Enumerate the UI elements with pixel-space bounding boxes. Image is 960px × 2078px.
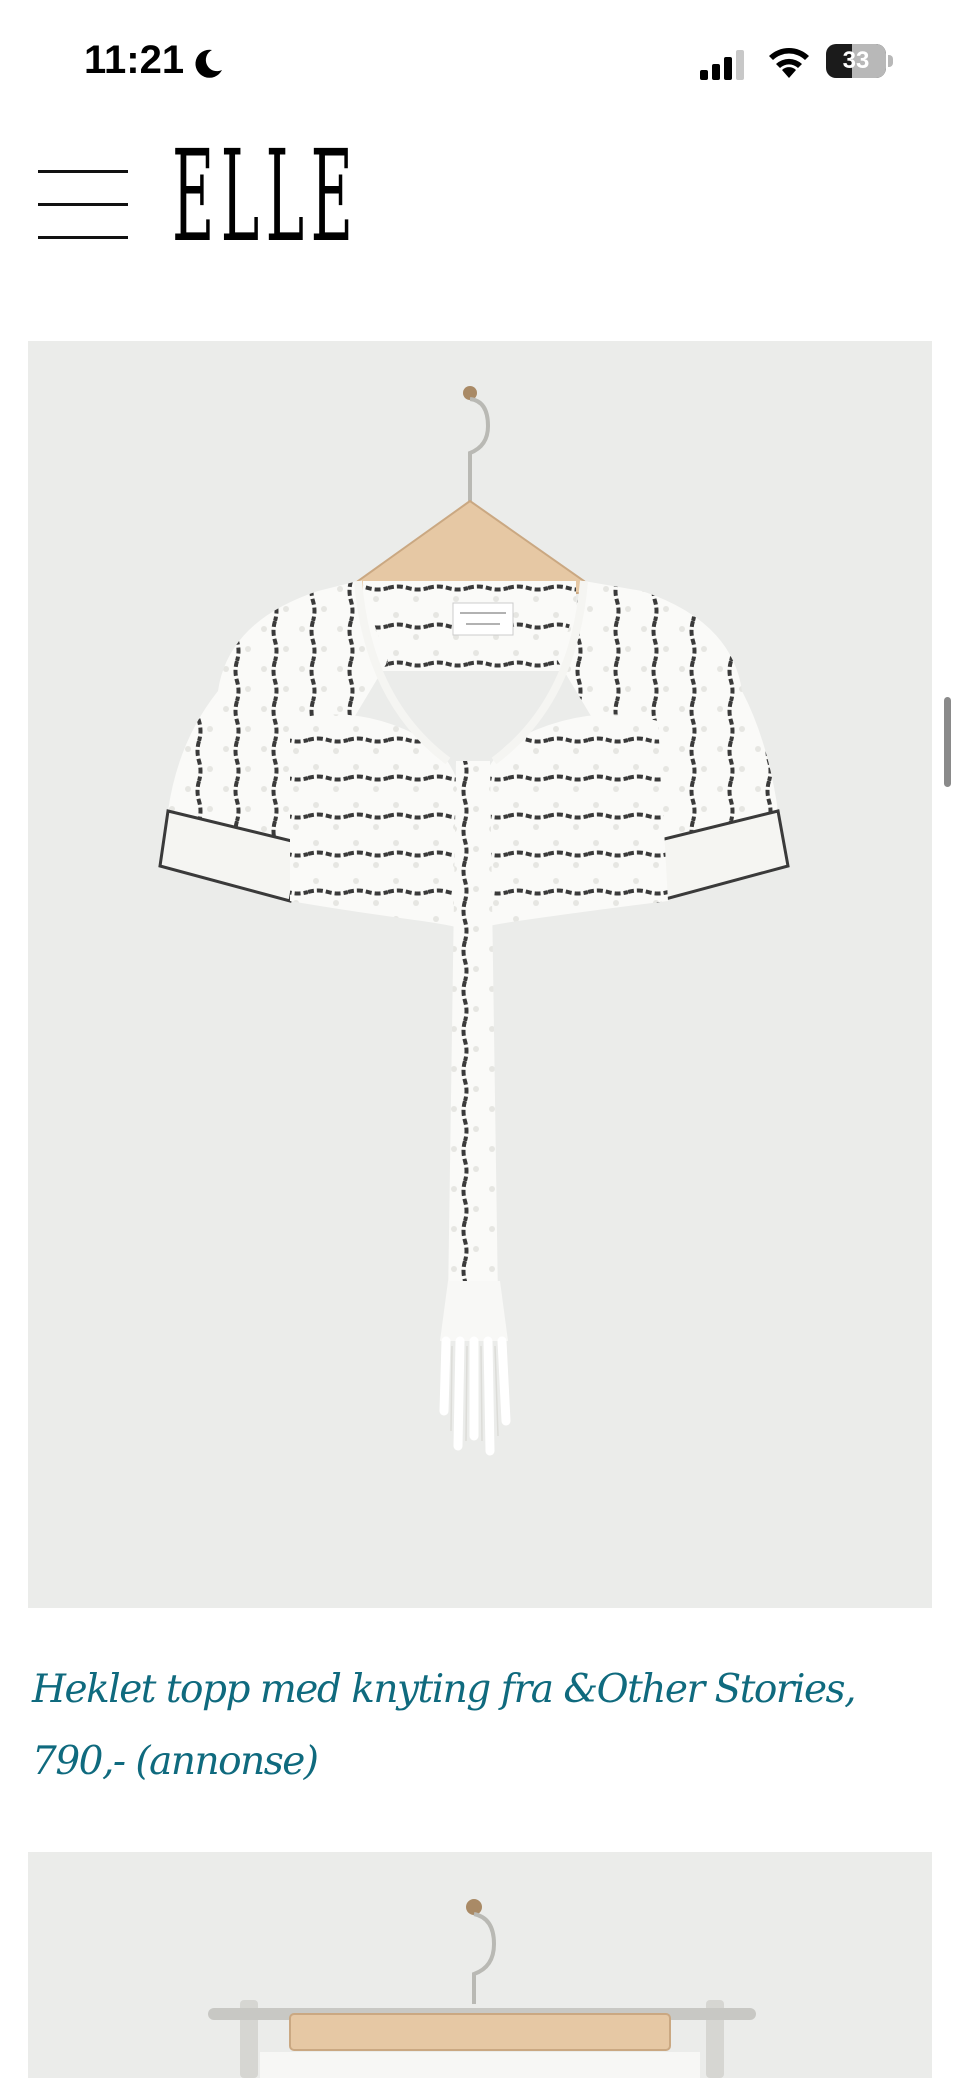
status-time: 11:21 [84,38,185,82]
wifi-icon [769,48,809,78]
product-image [28,341,932,1608]
scrollbar-thumb[interactable] [944,697,951,787]
battery-level: 33 [842,47,870,74]
battery-icon: 33 [826,44,898,80]
hamburger-menu-icon[interactable] [38,170,128,240]
next-product-image [28,1852,932,2078]
product-caption-link[interactable]: Heklet topp med knyting fra &Other Stori… [32,1654,932,1798]
cellular-signal-icon [700,50,744,80]
crochet-top-illustration [158,386,790,1456]
elle-logo[interactable]: ELLE [172,134,359,260]
moon-icon [195,49,222,78]
site-header: ELLE [0,120,960,270]
hanger-illustration [208,1899,756,2078]
status-bar: 11:21 33 [0,0,960,120]
